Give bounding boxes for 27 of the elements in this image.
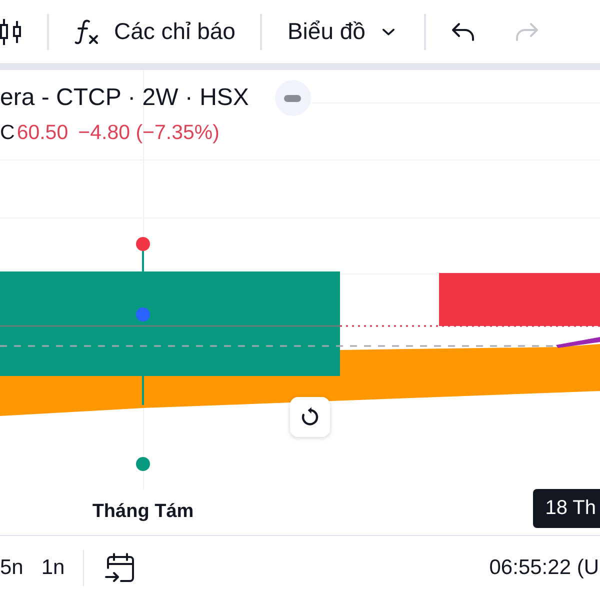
indicators-button[interactable]: Các chỉ báo (74, 18, 236, 46)
upper-marker-icon (136, 237, 150, 251)
chart-menu-button[interactable]: Biểu đồ (287, 18, 400, 45)
calendar-arrow-icon (104, 552, 136, 584)
undo-button[interactable] (451, 22, 476, 42)
collapse-button[interactable] (274, 80, 311, 116)
middle-marker-icon (136, 308, 150, 322)
crosshair-time-label: 18 Th (533, 489, 600, 528)
rotate-icon (300, 407, 320, 427)
lower-marker-icon (136, 457, 150, 471)
time-axis-label: Tháng Tám (92, 500, 194, 524)
go-to-date-button[interactable] (104, 552, 136, 584)
trend-line-segment (556, 337, 600, 348)
range-button[interactable]: 5n (0, 556, 24, 580)
redo-icon (515, 22, 540, 42)
close-value: 60.50 (16, 121, 68, 145)
minus-icon (284, 94, 302, 102)
chevron-down-icon (382, 28, 396, 36)
symbol-title: era - CTCP · 2W · HSX (0, 83, 249, 113)
close-label: C (0, 121, 15, 145)
range-button[interactable]: 1n (41, 556, 65, 580)
undo-icon (451, 22, 476, 42)
clock-time: 06:55:22 (U (489, 556, 600, 580)
reset-button[interactable] (290, 397, 330, 437)
chart-style-button[interactable] (0, 18, 22, 46)
price-change: −4.80 (−7.35%) (78, 121, 220, 145)
function-icon (74, 18, 100, 46)
